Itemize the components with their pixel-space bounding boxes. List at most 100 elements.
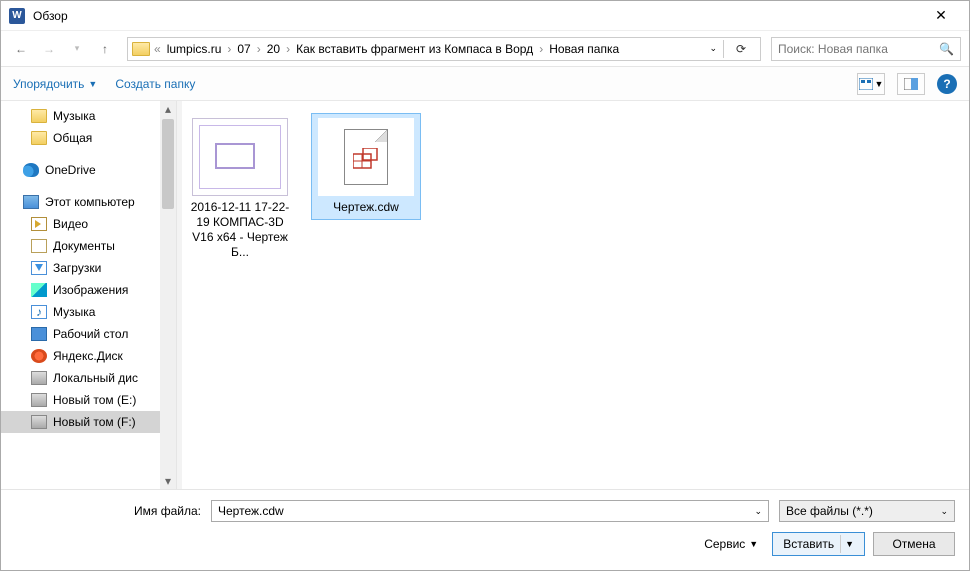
file-label: Чертеж.cdw [333, 200, 399, 215]
organize-button[interactable]: Упорядочить ▼ [13, 77, 97, 91]
help-button[interactable]: ? [937, 74, 957, 94]
filename-input[interactable] [218, 504, 754, 518]
path-segment[interactable]: 07 [235, 42, 252, 56]
sidebar-scrollbar[interactable]: ▴ ▾ [160, 101, 176, 489]
desk-icon [31, 327, 47, 341]
address-bar[interactable]: « lumpics.ru › 07 › 20 › Как вставить фр… [127, 37, 761, 61]
music-icon: ♪ [31, 305, 47, 319]
titlebar: W Обзор ✕ [1, 1, 969, 31]
search-icon[interactable]: 🔍 [939, 42, 954, 56]
filename-label: Имя файла: [15, 504, 201, 518]
sidebar-item-label: Рабочий стол [53, 327, 128, 341]
scroll-thumb[interactable] [162, 119, 174, 209]
filetype-filter[interactable]: Все файлы (*.*) ⌄ [779, 500, 955, 522]
new-folder-button[interactable]: Создать папку [115, 77, 195, 91]
sidebar-item-label: Видео [53, 217, 88, 231]
video-icon [31, 217, 47, 231]
toolbar: Упорядочить ▼ Создать папку ▼ ? [1, 67, 969, 101]
sidebar-item[interactable]: Яндекс.Диск [1, 345, 176, 367]
pc-icon [23, 195, 39, 209]
address-dropdown[interactable]: ⌄ [709, 43, 717, 54]
search-box[interactable]: 🔍 [771, 37, 961, 61]
sidebar-item[interactable]: Общая [1, 127, 176, 149]
file-list[interactable]: 2016-12-11 17-22-19 КОМПАС-3D V16 x64 - … [177, 101, 969, 489]
file-label: 2016-12-11 17-22-19 КОМПАС-3D V16 x64 - … [190, 200, 290, 260]
hdd-icon [31, 415, 47, 429]
onedrive-icon [23, 163, 39, 177]
scroll-down-button[interactable]: ▾ [160, 473, 176, 489]
sidebar-item-label: Музыка [53, 305, 95, 319]
sidebar-item-label: OneDrive [45, 163, 96, 177]
new-folder-label: Создать папку [115, 77, 195, 91]
tools-dropdown[interactable]: Сервис ▼ [704, 537, 758, 551]
img-icon [31, 283, 47, 297]
sidebar-item[interactable]: Видео [1, 213, 176, 235]
sidebar-item[interactable]: ♪ Музыка [1, 301, 176, 323]
tools-label: Сервис [704, 537, 745, 551]
dialog-window: W Обзор ✕ ← → ▾ ↑ « lumpics.ru › 07 › 20… [0, 0, 970, 571]
filename-combobox[interactable]: ⌄ [211, 500, 769, 522]
document-icon [344, 129, 388, 185]
filter-label: Все файлы (*.*) [786, 504, 873, 518]
file-area-edge [177, 101, 182, 489]
back-button[interactable]: ← [9, 37, 33, 61]
cancel-label: Отмена [892, 537, 935, 551]
sidebar-item-label: Музыка [53, 109, 95, 123]
chevron-down-icon[interactable]: ⌄ [754, 506, 762, 517]
cancel-button[interactable]: Отмена [873, 532, 955, 556]
path-segment[interactable]: 20 [265, 42, 282, 56]
body: Музыка Общая OneDrive Этот компьютер Видео До… [1, 101, 969, 489]
sidebar: Музыка Общая OneDrive Этот компьютер Видео До… [1, 101, 177, 489]
view-mode-button[interactable]: ▼ [857, 73, 885, 95]
file-item[interactable]: Чертеж.cdw [311, 113, 421, 220]
chevron-down-icon: ▼ [88, 79, 97, 89]
chevron-down-icon: ▼ [875, 79, 884, 89]
chevron-right-icon: › [537, 42, 545, 56]
sidebar-item[interactable]: Локальный дис [1, 367, 176, 389]
sidebar-item-label: Новый том (E:) [53, 393, 136, 407]
chevron-right-icon: › [225, 42, 233, 56]
nav-bar: ← → ▾ ↑ « lumpics.ru › 07 › 20 › Как вст… [1, 31, 969, 67]
forward-button[interactable]: → [37, 37, 61, 61]
sidebar-item-label: Изображения [53, 283, 128, 297]
chevron-right-icon: › [284, 42, 292, 56]
doc-icon [31, 239, 47, 253]
sidebar-item-label: Яндекс.Диск [53, 349, 123, 363]
scroll-up-button[interactable]: ▴ [160, 101, 176, 117]
down-icon [31, 261, 47, 275]
file-thumbnail [192, 118, 288, 196]
path-segment[interactable]: Новая папка [547, 42, 621, 56]
sidebar-item[interactable]: Новый том (F:) [1, 411, 176, 433]
sidebar-item-label: Загрузки [53, 261, 101, 275]
divider [723, 40, 724, 58]
chevron-down-icon[interactable]: ▼ [845, 539, 854, 549]
pane-icon [904, 78, 918, 90]
search-input[interactable] [778, 42, 933, 56]
folder-icon [132, 42, 150, 56]
preview-pane-button[interactable] [897, 73, 925, 95]
sidebar-item[interactable]: Рабочий стол [1, 323, 176, 345]
sidebar-item[interactable]: Документы [1, 235, 176, 257]
path-prefix: « [152, 42, 163, 56]
organize-label: Упорядочить [13, 77, 84, 91]
word-app-icon: W [9, 8, 25, 24]
sidebar-item[interactable]: Этот компьютер [1, 191, 176, 213]
folder-icon [31, 131, 47, 145]
file-item[interactable]: 2016-12-11 17-22-19 КОМПАС-3D V16 x64 - … [185, 113, 295, 265]
sidebar-item[interactable]: Музыка [1, 105, 176, 127]
up-button[interactable]: ↑ [93, 37, 117, 61]
insert-button[interactable]: Вставить ▼ [772, 532, 865, 556]
sidebar-item[interactable]: Изображения [1, 279, 176, 301]
path-segment[interactable]: Как вставить фрагмент из Компаса в Ворд [294, 42, 535, 56]
path-segment[interactable]: lumpics.ru [165, 42, 224, 56]
sidebar-item[interactable]: Новый том (E:) [1, 389, 176, 411]
view-icon [859, 78, 873, 90]
divider [840, 535, 841, 553]
sidebar-item[interactable]: OneDrive [1, 159, 176, 181]
sidebar-item-label: Общая [53, 131, 92, 145]
refresh-button[interactable]: ⟳ [730, 42, 752, 56]
sidebar-item[interactable]: Загрузки [1, 257, 176, 279]
insert-label: Вставить [783, 537, 834, 551]
recent-dropdown[interactable]: ▾ [65, 37, 89, 61]
close-button[interactable]: ✕ [921, 7, 961, 24]
